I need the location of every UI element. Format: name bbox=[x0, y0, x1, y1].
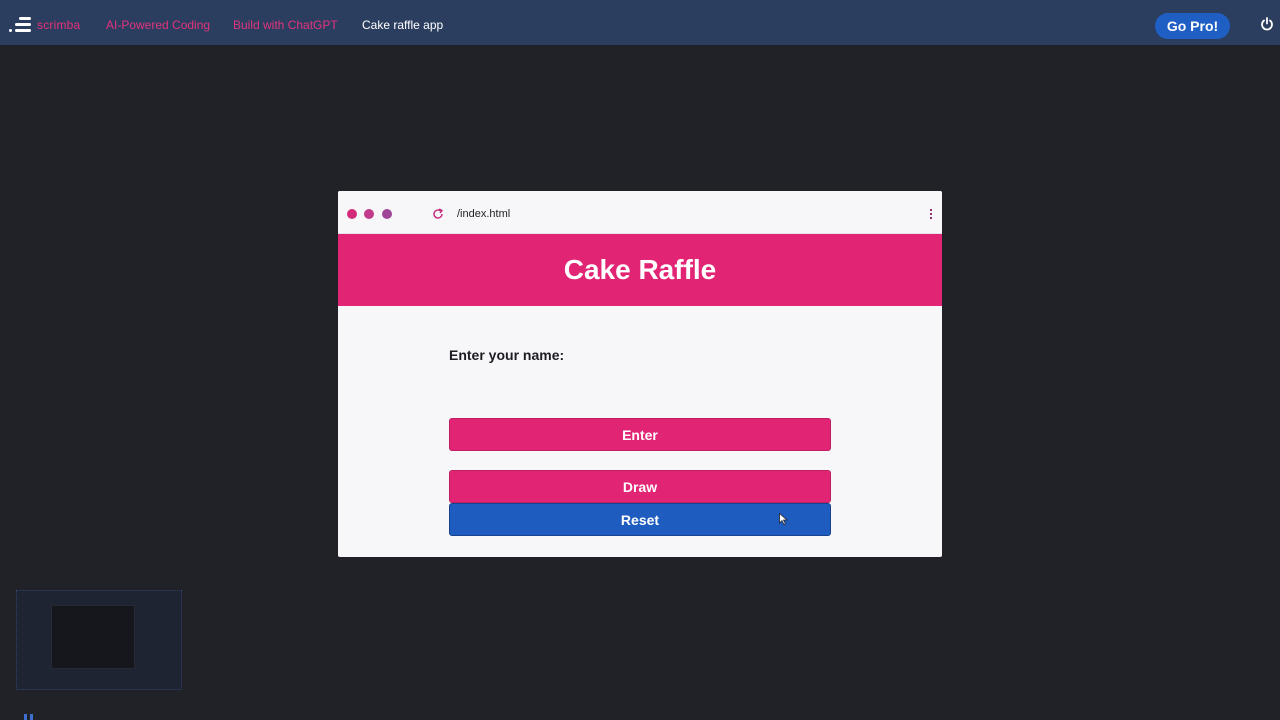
pause-icon[interactable] bbox=[24, 714, 36, 720]
webcam-video bbox=[51, 605, 135, 669]
breadcrumb-module[interactable]: Build with ChatGPT bbox=[233, 18, 338, 32]
breadcrumb-course[interactable]: AI-Powered Coding bbox=[106, 18, 210, 32]
kebab-menu-icon[interactable] bbox=[929, 208, 933, 220]
go-pro-button[interactable]: Go Pro! bbox=[1155, 13, 1230, 39]
reset-button[interactable]: Reset bbox=[449, 503, 831, 536]
name-label: Enter your name: bbox=[449, 347, 565, 363]
browser-preview: /index.html Cake Raffle Enter your name:… bbox=[338, 191, 942, 557]
power-icon[interactable] bbox=[1260, 17, 1274, 31]
window-maximize-dot bbox=[382, 209, 392, 219]
scrimba-logo-icon[interactable] bbox=[9, 17, 31, 33]
browser-toolbar: /index.html bbox=[338, 191, 942, 234]
draw-button[interactable]: Draw bbox=[449, 470, 831, 503]
window-close-dot bbox=[347, 209, 357, 219]
url-field[interactable]: /index.html bbox=[457, 208, 510, 220]
app-header: Cake Raffle bbox=[338, 234, 942, 306]
brand-link[interactable]: scrimba bbox=[37, 18, 80, 32]
breadcrumb-current: Cake raffle app bbox=[362, 18, 444, 32]
name-input[interactable] bbox=[449, 369, 831, 403]
mouse-cursor-icon bbox=[779, 513, 788, 525]
enter-button[interactable]: Enter bbox=[449, 418, 831, 451]
top-bar: scrimba AI-Powered Coding Build with Cha… bbox=[0, 0, 1280, 45]
webcam-thumbnail bbox=[16, 590, 182, 690]
app-title: Cake Raffle bbox=[563, 254, 717, 285]
window-minimize-dot bbox=[364, 209, 374, 219]
reload-icon[interactable] bbox=[432, 208, 444, 220]
